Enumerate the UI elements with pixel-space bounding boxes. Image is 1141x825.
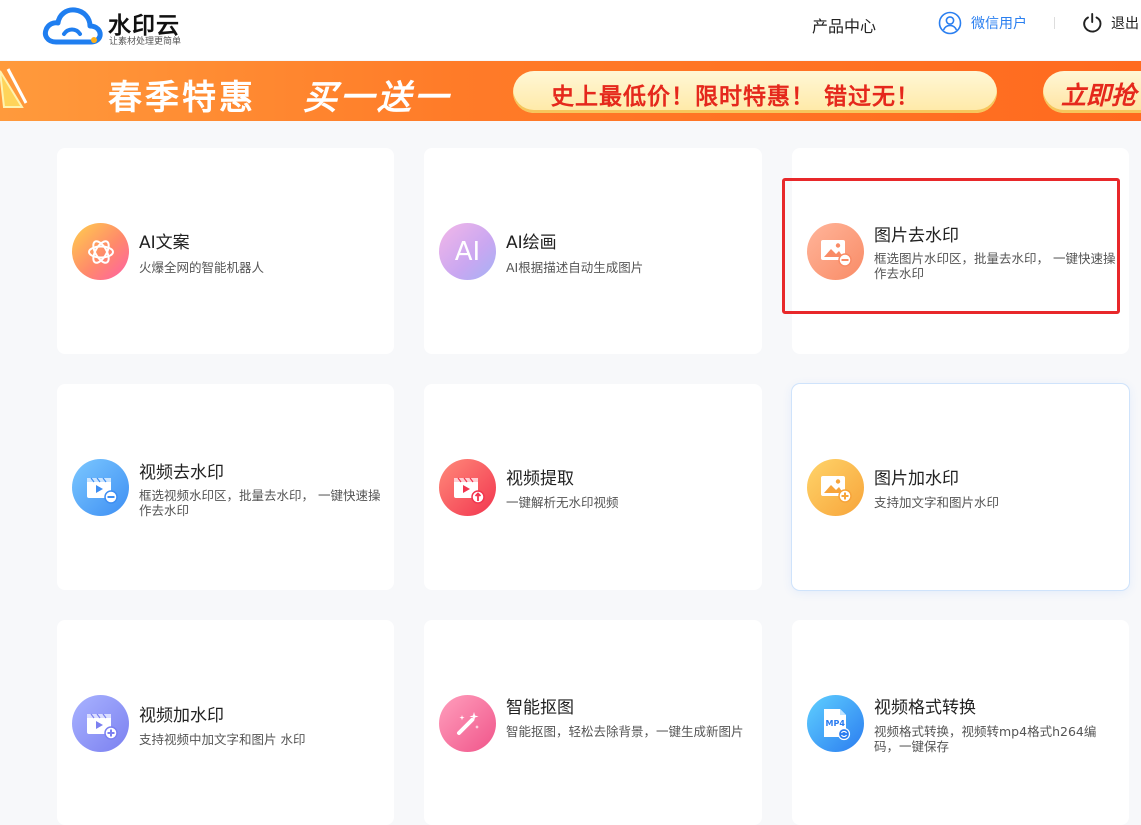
card-title: 视频提取 [506,469,574,489]
ai-letters-icon: AI [439,223,496,280]
magic-wand-icon [439,695,496,752]
ai-icon-text: AI [454,236,481,267]
card-video-remove-watermark[interactable]: 视频去水印 框选视频水印区，批量去水印， 一键快速操作去水印 [57,384,394,590]
video-extract-icon [439,459,496,516]
banner-title: 春季特惠 [108,78,256,118]
card-title: 视频去水印 [139,463,224,483]
card-title: 智能抠图 [506,698,574,718]
card-desc: 智能抠图，轻松去除背景，一键生成新图片 [506,724,744,739]
banner-slogan-text: 史上最低价！限时特惠！ 错过无！ [551,84,921,110]
card-title: 图片加水印 [874,469,959,489]
mp4-icon-text: MP4 [825,719,845,728]
logo-subtitle: 让素材处理更简单 [109,37,182,47]
banner-slogan: 史上最低价！限时特惠！ 错过无！ [513,71,997,113]
card-image-remove-watermark[interactable]: 图片去水印 框选图片水印区，批量去水印， 一键快速操作去水印 [792,148,1129,354]
video-remove-icon [72,459,129,516]
image-remove-icon [807,223,864,280]
logo[interactable]: 水印云 让素材处理更简单 [42,4,192,47]
card-image-add-watermark[interactable]: 图片加水印 支持加文字和图片水印 [792,384,1129,590]
card-ai-copywriting[interactable]: AI文案 火爆全网的智能机器人 [57,148,394,354]
logout-label: 退出 [1111,16,1139,32]
video-add-icon [72,695,129,752]
card-title: AI文案 [139,233,190,253]
card-desc: AI根据描述自动生成图片 [506,260,644,275]
card-desc: 支持视频中加文字和图片 水印 [139,732,306,747]
user-avatar-icon [938,11,962,35]
card-desc: 框选视频水印区，批量去水印， 一键快速操作去水印 [139,488,381,518]
mp4-file-icon: MP4 [807,695,864,752]
gift-deco-icon [0,68,28,108]
banner-cta-label: 立即抢 [1061,81,1137,110]
user-name: 微信用户 [971,16,1027,32]
card-title: AI绘画 [506,233,557,253]
top-header: 水印云 让素材处理更简单 产品中心 微信用户 退出 [0,0,1141,60]
chatgpt-knot-icon [72,223,129,280]
card-ai-painting[interactable]: AI AI绘画 AI根据描述自动生成图片 [424,148,762,354]
card-title: 图片去水印 [874,226,959,246]
banner-subtitle: 买一送一 [303,78,451,118]
card-desc: 视频格式转换，视频转mp4格式h264编码，一键保存 [874,724,1097,754]
banner-cta-button[interactable]: 立即抢 [1043,71,1141,113]
logout-button[interactable]: 退出 [1081,12,1139,34]
card-video-add-watermark[interactable]: 视频加水印 支持视频中加文字和图片 水印 [57,620,394,825]
card-desc: 框选图片水印区，批量去水印， 一键快速操作去水印 [874,251,1116,281]
card-video-format-convert[interactable]: MP4 视频格式转换 视频格式转换，视频转mp4格式h264编码，一键保存 [792,620,1129,825]
card-smart-cutout[interactable]: 智能抠图 智能抠图，轻松去除背景，一键生成新图片 [424,620,762,825]
card-title: 视频格式转换 [874,698,976,718]
user-menu[interactable]: 微信用户 [938,11,1027,35]
card-title: 视频加水印 [139,706,224,726]
cloud-logo-icon [42,7,103,45]
header-divider [1054,17,1055,29]
card-desc: 支持加文字和图片水印 [874,495,1000,510]
card-desc: 一键解析无水印视频 [506,495,619,510]
image-add-icon [807,459,864,516]
promo-banner[interactable]: 春季特惠 买一送一 史上最低价！限时特惠！ 错过无！ 立即抢 [0,61,1141,121]
nav-product-center[interactable]: 产品中心 [812,13,876,37]
card-desc: 火爆全网的智能机器人 [139,260,265,275]
power-icon [1083,13,1102,33]
card-video-extract[interactable]: 视频提取 一键解析无水印视频 [424,384,762,590]
